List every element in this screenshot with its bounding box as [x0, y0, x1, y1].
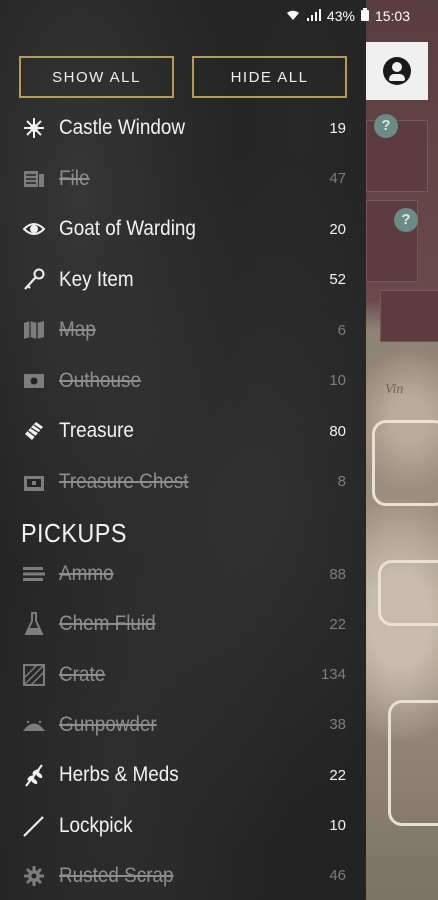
gunpowder-icon: [22, 713, 46, 737]
filter-row-gunpowder[interactable]: Gunpowder 38: [0, 702, 366, 748]
filter-label: Ammo: [59, 562, 114, 585]
filter-count: 22: [329, 766, 346, 784]
filter-count: 80: [329, 422, 346, 440]
map-unknown-marker[interactable]: ?: [394, 208, 418, 232]
filter-count: 6: [337, 321, 346, 339]
filter-count: 10: [329, 372, 346, 389]
key-icon: [22, 268, 46, 292]
filter-count: 38: [329, 716, 346, 734]
chest-icon: [22, 470, 46, 494]
filter-count: 52: [329, 271, 346, 288]
filter-count: 20: [329, 220, 346, 238]
filter-label: Key Item: [59, 267, 134, 291]
outhouse-icon: [22, 369, 46, 393]
filter-row-outhouse[interactable]: Outhouse 10: [0, 358, 366, 404]
filter-label: Goat of Warding: [59, 217, 196, 240]
filter-count: 47: [329, 170, 346, 187]
filter-count: 134: [320, 666, 346, 684]
filter-label: Castle Window: [59, 116, 186, 139]
crate-icon: [22, 663, 46, 687]
filter-count: 22: [329, 615, 346, 633]
herb-icon: [22, 763, 46, 787]
battery-percent: 43%: [326, 8, 355, 24]
filter-row-rusted-scrap[interactable]: Rusted Scrap 46: [0, 853, 366, 899]
filter-row-goat-of-warding[interactable]: Goat of Warding 20: [0, 206, 366, 252]
ammo-icon: [22, 562, 46, 586]
map-place-label: Vin: [385, 382, 404, 397]
lockpick-icon: [22, 814, 46, 838]
filter-drawer: SHOW ALL HIDE ALL Castle Window 19 File 47 G…: [0, 0, 366, 900]
filter-label: Herbs & Meds: [59, 763, 179, 787]
map-unknown-marker[interactable]: ?: [374, 114, 398, 138]
filter-row-map[interactable]: Map 6: [0, 307, 366, 353]
filter-label: Chem Fluid: [59, 612, 156, 636]
filter-label: Map: [59, 318, 96, 341]
flask-icon: [22, 612, 46, 636]
hide-all-button[interactable]: HIDE ALL: [192, 56, 347, 98]
filter-label: Treasure: [59, 419, 134, 442]
status-bar: 43% 15:03: [0, 0, 438, 32]
filter-row-treasure[interactable]: Treasure 80: [0, 408, 366, 454]
filter-label: Outhouse: [59, 368, 141, 392]
filter-label: Lockpick: [59, 813, 133, 837]
filter-row-key-item[interactable]: Key Item 52: [0, 257, 366, 303]
filter-row-herbs-and-meds[interactable]: Herbs & Meds 22: [0, 752, 366, 798]
filter-count: 19: [329, 119, 346, 137]
map-path: [378, 560, 438, 626]
filter-label: File: [59, 166, 90, 190]
filter-count: 88: [329, 565, 346, 583]
filter-row-chem-fluid[interactable]: Chem Fluid 22: [0, 601, 366, 647]
filter-row-lockpick[interactable]: Lockpick 10: [0, 803, 366, 849]
pickups-heading: PICKUPS: [21, 518, 127, 548]
filter-label: Gunpowder: [59, 712, 157, 736]
filter-row-crate[interactable]: Crate 134: [0, 652, 366, 698]
signal-icon: [306, 8, 321, 24]
eye-icon: [22, 217, 46, 241]
filter-count: 10: [329, 817, 346, 834]
starburst-icon: [22, 116, 46, 140]
map-path: [388, 700, 438, 826]
filter-label: Treasure Chest: [59, 469, 189, 493]
battery-icon: [360, 8, 369, 24]
filter-row-file[interactable]: File 47: [0, 156, 366, 202]
show-all-button[interactable]: SHOW ALL: [19, 56, 174, 98]
gear-icon: [22, 864, 46, 888]
gem-icon: [22, 419, 46, 443]
filter-label: Rusted Scrap: [59, 863, 174, 887]
clock: 15:03: [374, 8, 410, 24]
filter-label: Crate: [59, 662, 106, 686]
file-icon: [22, 167, 46, 191]
filter-row-castle-window[interactable]: Castle Window 19: [0, 105, 366, 151]
map-building: [380, 290, 438, 342]
map-icon: [22, 318, 46, 342]
filter-row-ammo[interactable]: Ammo 88: [0, 551, 366, 597]
profile-button[interactable]: [366, 42, 428, 100]
filter-count: 46: [329, 867, 346, 885]
wifi-icon: [285, 9, 301, 24]
filter-row-treasure-chest[interactable]: Treasure Chest 8: [0, 459, 366, 505]
filter-count: 8: [337, 473, 346, 490]
account-icon: [383, 57, 411, 85]
map-path: [372, 420, 438, 506]
